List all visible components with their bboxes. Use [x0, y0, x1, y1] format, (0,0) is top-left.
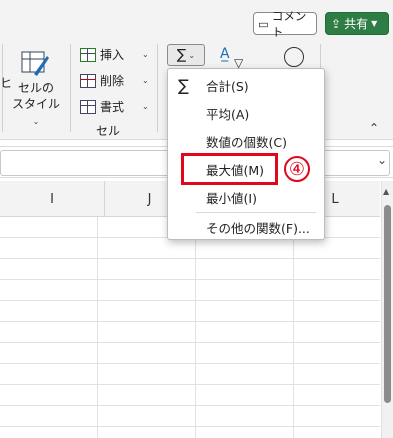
- comment-label: コメント: [271, 8, 307, 39]
- menu-item-min-label: 最小値(I): [206, 190, 257, 206]
- format-icon: [80, 99, 96, 114]
- highlight-box: [181, 153, 278, 185]
- cell-style-label-text: スタイル: [11, 97, 60, 111]
- scrollbar-thumb[interactable]: [384, 205, 391, 403]
- share-button[interactable]: ⇪ 共有 ▼: [325, 12, 389, 35]
- column-header-i[interactable]: I: [0, 181, 105, 217]
- cells-group-label: セル: [96, 124, 121, 138]
- chevron-down-icon: ⌄: [32, 117, 40, 126]
- menu-item-sum[interactable]: ∑ 合計(S): [168, 71, 324, 99]
- comment-button[interactable]: ▭ コメント: [253, 9, 317, 39]
- step-marker: ④: [284, 156, 310, 182]
- vertical-scrollbar[interactable]: ▲: [381, 181, 393, 438]
- menu-item-average-label: 平均(A): [206, 106, 250, 122]
- chevron-down-icon: ▼: [371, 19, 378, 28]
- menu-item-count-label: 数値の個数(C): [206, 134, 287, 150]
- menu-item-count[interactable]: 数値の個数(C): [168, 127, 324, 155]
- insert-icon: [80, 47, 96, 62]
- title-strip: ▭ コメント ⇪ 共有 ▼: [0, 0, 393, 39]
- autosum-button[interactable]: ∑ ⌄: [167, 44, 205, 66]
- share-label: 共有: [344, 17, 369, 31]
- cell-style-label: セルの スタイル ⌄: [8, 80, 64, 130]
- format-button[interactable]: 書式 ⌄: [80, 98, 149, 115]
- ribbon-divider: [157, 44, 158, 132]
- sigma-icon: ∑: [178, 75, 189, 95]
- chevron-down-icon: ⌄: [142, 50, 149, 59]
- menu-item-sum-label: 合計(S): [206, 78, 249, 94]
- cell-grid[interactable]: [0, 217, 380, 438]
- menu-item-more-functions[interactable]: その他の関数(F)...: [168, 213, 324, 241]
- insert-button[interactable]: 挿入 ⌄: [80, 46, 149, 63]
- chevron-down-icon[interactable]: ⌄: [377, 153, 387, 167]
- collapse-ribbon-icon[interactable]: ⌃: [369, 121, 379, 135]
- sort-filter-icon[interactable]: A̲: [220, 46, 230, 62]
- chevron-down-icon: ⌄: [142, 76, 149, 85]
- sigma-icon: ∑: [176, 47, 187, 63]
- find-select-icon[interactable]: [284, 47, 304, 67]
- share-icon: ⇪: [331, 16, 342, 31]
- format-label: 書式: [100, 100, 125, 114]
- insert-label: 挿入: [100, 48, 125, 62]
- chevron-down-icon: ⌄: [188, 50, 196, 60]
- cell-style-label-line1: セルの: [17, 81, 54, 95]
- comment-icon: ▭: [258, 16, 269, 31]
- menu-item-more-label: その他の関数(F)...: [206, 220, 310, 236]
- scroll-up-icon[interactable]: ▲: [383, 187, 389, 196]
- chevron-down-icon: ⌄: [142, 102, 149, 111]
- delete-label: 削除: [100, 74, 125, 88]
- cell-style-icon: [21, 51, 49, 76]
- delete-icon: [80, 73, 96, 88]
- menu-item-min[interactable]: 最小値(I): [168, 183, 324, 211]
- delete-button[interactable]: 削除 ⌄: [80, 72, 149, 89]
- menu-item-average[interactable]: 平均(A): [168, 99, 324, 127]
- cut-off-label: ヒ: [0, 76, 13, 90]
- ribbon-divider: [70, 44, 71, 132]
- cell-style-label-line2: スタイル ⌄: [8, 96, 64, 130]
